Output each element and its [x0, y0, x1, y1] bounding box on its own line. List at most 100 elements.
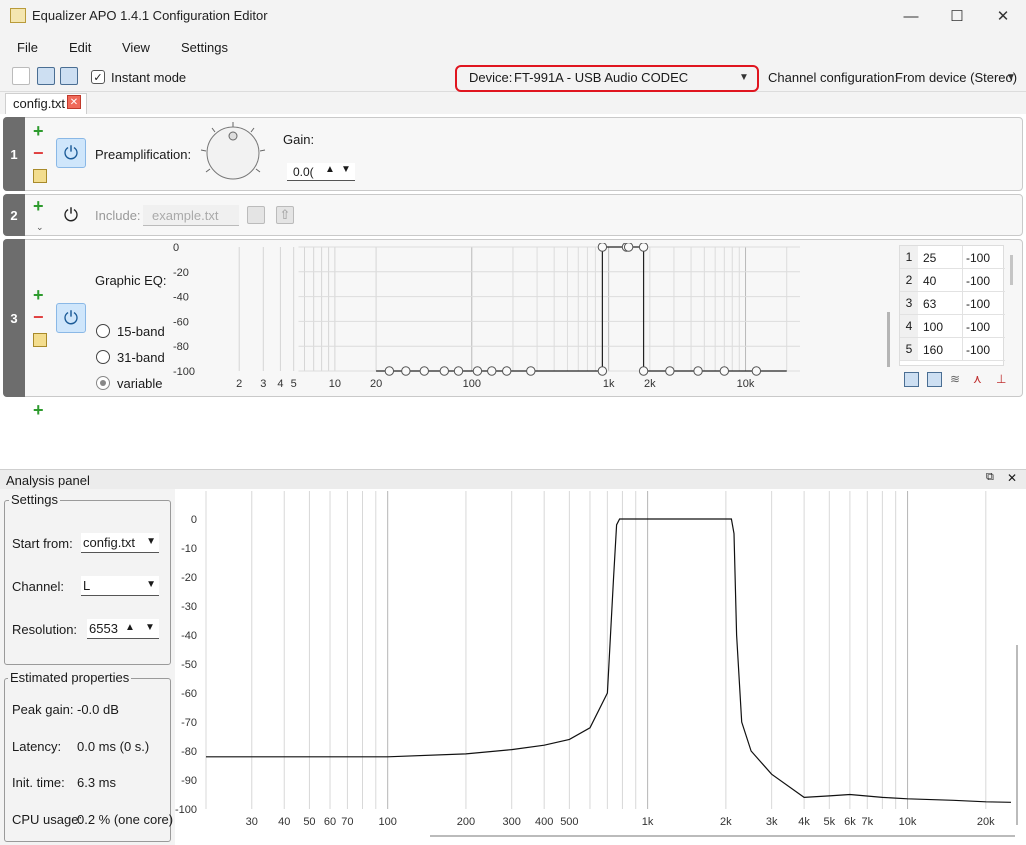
chart-x-tick-label: 6k — [844, 816, 856, 828]
close-button[interactable]: ✕ — [980, 0, 1026, 32]
open-include-icon[interactable] — [247, 206, 265, 224]
band-row[interactable]: 3 63 -100 — [900, 292, 1005, 315]
menu-settings[interactable]: Settings — [181, 40, 228, 55]
band-import-icon[interactable] — [927, 372, 942, 387]
power-toggle-2[interactable]: ⏻ — [56, 200, 86, 230]
eq-x-tick-label: 10k — [737, 378, 755, 390]
chart-x-tick-label: 30 — [246, 816, 258, 828]
start-from-value: config.txt — [83, 535, 136, 550]
spin-down-icon[interactable]: ▼ — [145, 622, 155, 633]
chevron-down-icon: ▼ — [146, 579, 156, 590]
undock-icon[interactable]: ⧉ — [986, 471, 994, 484]
new-file-icon[interactable] — [12, 67, 30, 85]
eq-band-handle — [597, 243, 608, 252]
analysis-close-icon[interactable]: ✕ — [1007, 471, 1017, 485]
eq-band-handle — [623, 243, 634, 252]
chart-horizontal-scrollbar[interactable] — [430, 835, 1015, 837]
tab-close-icon[interactable]: ✕ — [67, 95, 81, 109]
resolution-spinbox[interactable]: 6553 ▲ ▼ — [87, 619, 159, 639]
device-select[interactable]: FT-991A - USB Audio CODEC — [514, 70, 688, 85]
chart-y-tick-label: -30 — [181, 601, 197, 613]
band-table-scrollbar[interactable] — [1010, 255, 1013, 285]
eq-x-tick-label: 2k — [644, 378, 656, 390]
band-column-divider — [962, 246, 963, 268]
init-time-label: Init. time: — [12, 775, 65, 790]
chart-vertical-scrollbar[interactable] — [1016, 645, 1018, 825]
channel-dropdown-icon[interactable]: ▼ — [1006, 72, 1016, 83]
chart-x-tick-label: 50 — [303, 816, 315, 828]
eq-band-handle — [487, 366, 497, 376]
band-flatten-icon[interactable]: ≋ — [950, 372, 960, 386]
chart-y-tick-label: 0 — [191, 514, 197, 526]
band-row[interactable]: 5 160 -100 — [900, 338, 1005, 361]
edit-filter-icon[interactable] — [33, 169, 47, 183]
spin-up-icon[interactable]: ▲ — [125, 622, 135, 633]
chart-x-tick-label: 3k — [766, 816, 778, 828]
band-row[interactable]: 2 40 -100 — [900, 269, 1005, 292]
remove-filter-icon[interactable]: − — [33, 308, 44, 326]
open-file-icon[interactable] — [37, 67, 55, 85]
chart-y-tick-label: -10 — [181, 543, 197, 555]
radio-31-band[interactable] — [96, 350, 110, 364]
frequency-response-chart[interactable]: 0 -10 -20 -30 -40 -50 -60 -70 -80 -90 -100 30 40 50 60… — [175, 489, 1023, 845]
remove-filter-icon[interactable]: − — [33, 144, 44, 162]
power-toggle-1[interactable]: ⏻ — [56, 138, 86, 168]
chevron-down-icon: ▼ — [146, 536, 156, 547]
graphic-eq-graph[interactable]: 0 -20 -40 -60 -80 -100 2 3 4 5 10 20 100 1k 2k 10k — [170, 243, 890, 393]
device-label: Device: — [469, 70, 513, 85]
maximize-button[interactable]: ☐ — [934, 0, 980, 32]
edit-filter-icon[interactable] — [33, 333, 47, 347]
band-column-divider — [962, 292, 963, 314]
add-filter-icon[interactable]: + — [33, 122, 44, 140]
device-dropdown-icon[interactable]: ▼ — [739, 72, 749, 83]
add-filter-icon[interactable]: + — [33, 286, 44, 304]
eq-x-tick-label: 3 — [260, 378, 266, 390]
chart-x-tick-label: 20k — [977, 816, 995, 828]
band-invert-icon[interactable]: ⋏ — [973, 372, 982, 386]
radio-variable[interactable] — [96, 376, 110, 390]
analysis-panel-title: Analysis panel — [6, 473, 90, 488]
menu-file[interactable]: File — [17, 40, 38, 55]
latency-value: 0.0 ms (0 s.) — [77, 739, 150, 754]
chart-y-tick-label: -70 — [181, 717, 197, 729]
eq-y-tick-label: -60 — [173, 316, 189, 328]
chart-x-tick-label: 1k — [642, 816, 654, 828]
band-frequency: 100 — [923, 320, 944, 334]
graphic-eq-label: Graphic EQ: — [95, 273, 167, 288]
expand-icon[interactable]: ⌄ — [36, 222, 44, 233]
chart-x-tick-label: 300 — [503, 816, 521, 828]
eq-band-handle — [453, 366, 464, 376]
chart-x-tick-label: 7k — [861, 816, 873, 828]
band-normalize-icon[interactable]: ⊥ — [996, 372, 1006, 386]
channel-config-select[interactable]: From device (Stereo) — [895, 70, 1017, 85]
radio-variable-label: variable — [117, 376, 163, 391]
band-row[interactable]: 1 25 -100 — [900, 246, 1005, 269]
menu-edit[interactable]: Edit — [69, 40, 91, 55]
minimize-button[interactable]: — — [888, 0, 934, 32]
eq-band-handle — [751, 366, 762, 376]
band-table[interactable]: 1 25 -100 2 40 -100 3 63 -100 4 100 -100 5 160 -100 — [899, 245, 1005, 366]
add-filter-icon[interactable]: + — [33, 197, 44, 215]
add-filter-icon[interactable]: + — [33, 401, 44, 419]
gain-knob[interactable] — [198, 120, 268, 186]
band-save-icon[interactable] — [904, 372, 919, 387]
latency-label: Latency: — [12, 739, 62, 754]
menu-view[interactable]: View — [122, 40, 150, 55]
radio-15-band[interactable] — [96, 324, 110, 338]
band-frequency: 160 — [923, 343, 944, 357]
band-row[interactable]: 4 100 -100 — [900, 315, 1005, 338]
include-input[interactable]: example.txt — [143, 205, 239, 226]
eq-band-handle — [472, 366, 483, 376]
go-include-icon[interactable]: ⇧ — [276, 206, 294, 224]
eq-x-tick-label: 4 — [277, 378, 283, 390]
instant-mode-checkbox[interactable]: ✓ — [91, 70, 105, 84]
spin-down-icon[interactable]: ▼ — [341, 164, 351, 175]
save-file-icon[interactable] — [60, 67, 78, 85]
power-toggle-3[interactable]: ⏻ — [56, 303, 86, 333]
start-from-select[interactable]: config.txt ▼ — [81, 533, 159, 553]
channel-select[interactable]: L ▼ — [81, 576, 159, 596]
spin-up-icon[interactable]: ▲ — [325, 164, 335, 175]
eq-graph-scrollbar[interactable] — [887, 312, 890, 367]
eq-band-handle — [719, 366, 730, 376]
gain-spinbox[interactable]: 0.0( ▲ ▼ — [287, 163, 355, 181]
